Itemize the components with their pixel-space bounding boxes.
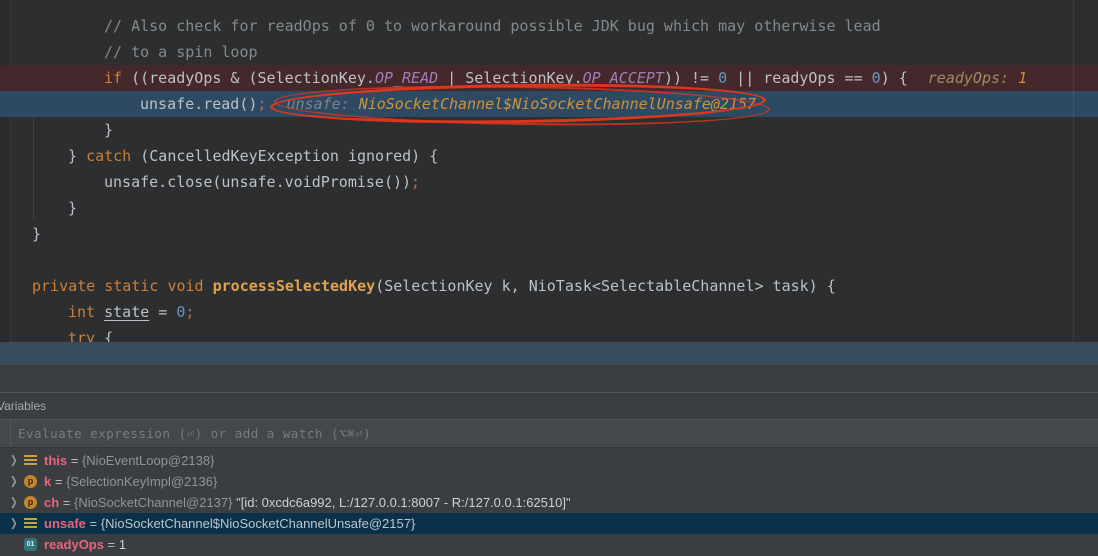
code-token: unsafe.read() (140, 95, 258, 113)
breakpoint-line[interactable]: if ((readyOps & (SelectionKey.OP_READ | … (0, 65, 1098, 91)
variable-name: k (44, 474, 52, 489)
debug-variables-panel: Variables Evaluate expression (⏎) or add… (0, 365, 1098, 556)
variable-reference-value: {SelectionKeyImpl@2136} (66, 474, 218, 489)
code-token: try (68, 329, 105, 342)
variable-name: this (44, 453, 68, 468)
code-token: (SelectionKey k, NioTask<SelectableChann… (375, 277, 836, 295)
variable-name: readyOps (44, 537, 104, 552)
code-line[interactable]: int state = 0; (0, 299, 1098, 325)
hint-variable-value: 1 (1018, 69, 1028, 87)
variable-type-param-icon: p (24, 496, 37, 509)
equals-sign: = (103, 537, 119, 552)
code-line[interactable]: try { (0, 325, 1098, 342)
code-token: 0 (718, 69, 728, 87)
code-line[interactable]: // to a spin loop (0, 39, 1098, 65)
code-token: } (68, 147, 87, 165)
variable-row-k[interactable]: ❯ p k = {SelectionKeyImpl@2136} (0, 471, 1098, 492)
execution-line[interactable]: unsafe.read(); unsafe: NioSocketChannel$N… (0, 80, 1098, 129)
debugger-frames-band (0, 342, 1098, 365)
hint-variable-name: unsafe: (286, 95, 359, 113)
code-token: ; (257, 95, 267, 113)
code-token: processSelectedKey (212, 277, 376, 295)
evaluate-field-edge (10, 420, 11, 447)
code-line[interactable]: } (0, 221, 1098, 247)
variable-reference-value: {NioSocketChannel$NioSocketChannelUnsafe… (100, 516, 416, 531)
ide-debug-screen: { "colors": { "editor_bg": "#2c2e2f", "b… (0, 0, 1098, 556)
code-token: // Also check for readOps of 0 to workar… (104, 17, 881, 35)
code-line[interactable] (0, 247, 1098, 273)
equals-sign: = (85, 516, 101, 531)
code-line[interactable]: private static void processSelectedKey(S… (0, 273, 1098, 299)
right-margin-guide (1073, 0, 1074, 342)
variable-reference-value: {NioSocketChannel@2137} (74, 495, 237, 510)
code-token: ; (411, 173, 421, 191)
variables-tree: ❯ this = {NioEventLoop@2138} ❯ p k = {Select… (0, 450, 1098, 555)
code-token: } (32, 225, 42, 243)
variable-type-primitive-icon: 01 (24, 538, 37, 551)
code-token: OP_ACCEPT (582, 69, 664, 87)
code-token: ((readyOps & (SelectionKey. (122, 69, 375, 87)
code-line[interactable]: } (0, 117, 1098, 143)
code-token: )) != (663, 69, 719, 87)
code-token: // to a spin loop (104, 43, 258, 61)
panel-separator (0, 447, 1098, 448)
code-editor[interactable]: // Also check for readOps of 0 to workar… (0, 0, 1098, 342)
code-token: ; (185, 303, 195, 321)
equals-sign: = (59, 495, 74, 510)
code-token: = (149, 303, 177, 321)
code-line[interactable]: // Also check for readOps of 0 to workar… (0, 13, 1098, 39)
variable-string-value: 1 (118, 537, 127, 552)
chevron-expand-icon[interactable]: ❯ (10, 454, 24, 467)
variable-string-value: "[id: 0xcdc6a992, L:/127.0.0.1:8007 - R:… (236, 495, 571, 510)
code-line[interactable]: unsafe.close(unsafe.voidPromise()); (0, 169, 1098, 195)
evaluate-expression-input[interactable]: Evaluate expression (⏎) or add a watch (… (0, 420, 1098, 447)
indent-guide-line (33, 117, 34, 220)
chevron-expand-icon[interactable]: ❯ (10, 517, 24, 530)
code-token: || readyOps == (727, 69, 872, 87)
variable-row-this[interactable]: ❯ this = {NioEventLoop@2138} (0, 450, 1098, 471)
variable-row-unsafe[interactable]: ❯ unsafe = {NioSocketChannel$NioSocketCha… (0, 513, 1098, 534)
variable-row-readyOps[interactable]: ❯01readyOps = 1 (0, 534, 1098, 555)
variable-row-ch[interactable]: ❯ p ch = {NioSocketChannel@2137} "[id: 0xc… (0, 492, 1098, 513)
code-token: { (104, 329, 114, 342)
variable-name: ch (44, 495, 60, 510)
code-token: OP_READ (374, 69, 439, 87)
code-token: state (104, 303, 150, 321)
chevron-expand-icon[interactable]: ❯ (10, 475, 24, 488)
variable-reference-value: {NioEventLoop@2138} (81, 453, 215, 468)
variable-type-param-icon: p (24, 475, 37, 488)
chevron-expand-icon[interactable]: ❯ (10, 496, 24, 509)
equals-sign: = (67, 453, 82, 468)
inline-debugger-hint: readyOps: 1 (928, 69, 1027, 87)
code-token: } (104, 121, 114, 139)
code-token: | SelectionKey. (438, 69, 583, 87)
code-token: 0 (871, 69, 881, 87)
code-line[interactable]: } (0, 195, 1098, 221)
code-token: private static void (32, 277, 213, 295)
code-token: catch (86, 147, 132, 165)
hint-variable-value: NioSocketChannel$NioSocketChannelUnsafe@… (358, 95, 757, 113)
hint-variable-name: readyOps: (927, 69, 1019, 87)
variable-name: unsafe (44, 516, 86, 531)
variable-type-value-icon (24, 518, 37, 529)
code-lines-container: // Also check for readOps of 0 to workar… (0, 13, 1098, 342)
variable-type-value-icon (24, 455, 37, 466)
equals-sign: = (51, 474, 67, 489)
code-token: int (68, 303, 105, 321)
inline-debugger-hint: unsafe: NioSocketChannel$NioSocketChanne… (270, 80, 771, 129)
panel-separator (0, 392, 1098, 393)
code-token: if (104, 69, 123, 87)
evaluate-placeholder: Evaluate expression (⏎) or add a watch (… (18, 426, 372, 441)
code-token: (CancelledKeyException ignored) { (131, 147, 439, 165)
code-token: ) { (880, 69, 908, 87)
code-token: unsafe.close(unsafe.voidPromise()) (104, 173, 412, 191)
variables-tab-label[interactable]: Variables (0, 393, 46, 419)
code-line[interactable]: } catch (CancelledKeyException ignored) … (0, 143, 1098, 169)
code-token: } (68, 199, 78, 217)
